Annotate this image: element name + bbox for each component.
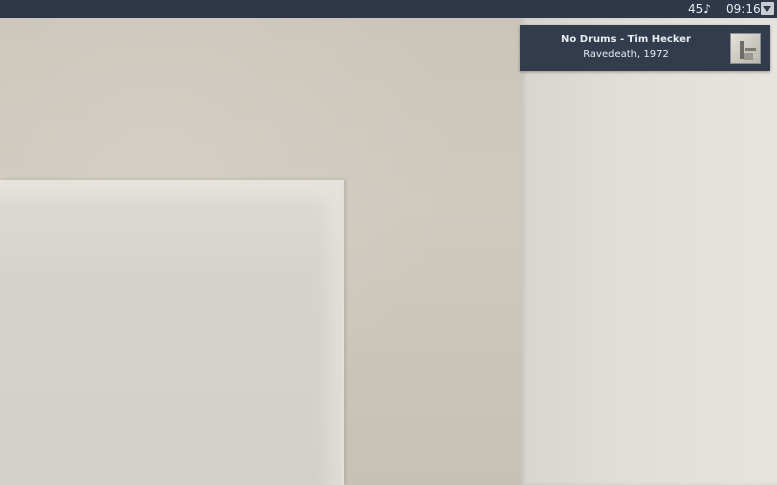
notification-title: No Drums - Tim Hecker <box>561 34 691 45</box>
top-panel: 45♪ 09:16 <box>0 0 777 18</box>
notification-text: No Drums - Tim Hecker Ravedeath, 1972 <box>520 32 732 62</box>
clock[interactable]: 09:16 <box>726 1 761 17</box>
volume-indicator[interactable]: 45♪ <box>688 1 711 17</box>
album-art-shape <box>745 48 756 51</box>
triangle-down-icon[interactable] <box>761 2 774 15</box>
album-art-icon <box>730 33 761 64</box>
desktop-wallpaper <box>0 0 777 485</box>
wallpaper-wall-right <box>521 18 777 485</box>
notification-body: Ravedeath, 1972 <box>583 49 669 60</box>
album-art-shape <box>744 53 753 60</box>
wallpaper-paper-sheet <box>0 180 344 485</box>
